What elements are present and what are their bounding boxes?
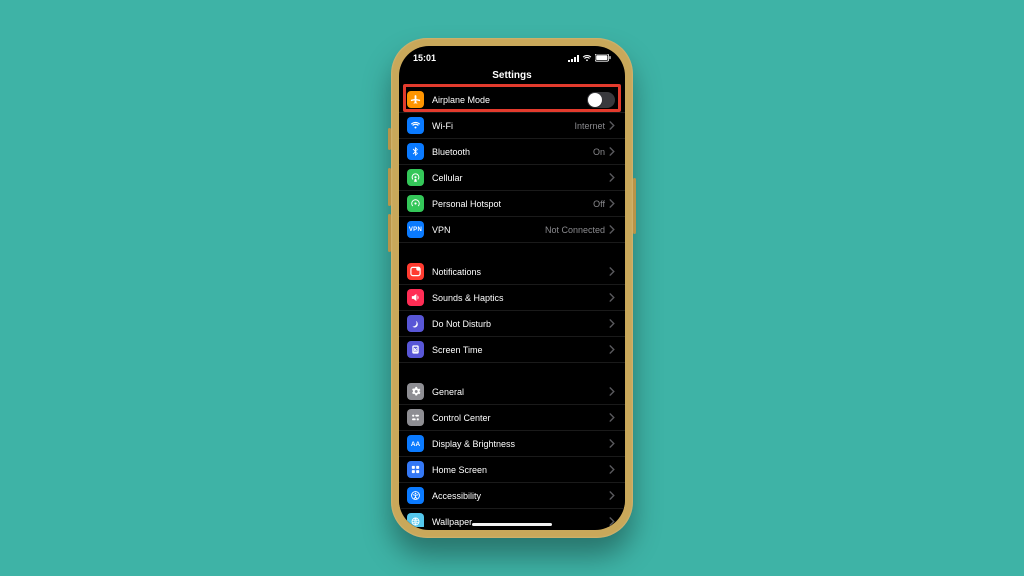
settings-row-bluetooth[interactable]: BluetoothOn	[399, 139, 625, 165]
dnd-icon	[407, 315, 424, 332]
chevron-right-icon	[609, 439, 615, 448]
home-indicator[interactable]	[472, 523, 552, 526]
settings-row-cellular[interactable]: Cellular	[399, 165, 625, 191]
volume-up-button[interactable]	[388, 168, 391, 206]
row-label: Display & Brightness	[432, 439, 609, 449]
wifi-icon	[407, 117, 424, 134]
row-label: General	[432, 387, 609, 397]
homescreen-icon	[407, 461, 424, 478]
row-value: Off	[593, 199, 605, 209]
chevron-right-icon	[609, 225, 615, 234]
chevron-right-icon	[609, 267, 615, 276]
accessibility-icon	[407, 487, 424, 504]
battery-icon	[595, 54, 611, 62]
bluetooth-icon	[407, 143, 424, 160]
row-label: Personal Hotspot	[432, 199, 593, 209]
row-label: Bluetooth	[432, 147, 593, 157]
chevron-right-icon	[609, 293, 615, 302]
volume-down-button[interactable]	[388, 214, 391, 252]
settings-row-vpn[interactable]: VPNVPNNot Connected	[399, 217, 625, 243]
row-value: Not Connected	[545, 225, 605, 235]
row-label: Screen Time	[432, 345, 609, 355]
notifications-icon	[407, 263, 424, 280]
settings-list[interactable]: Airplane ModeWi-FiInternetBluetoothOnCel…	[399, 87, 625, 527]
settings-row-wifi[interactable]: Wi-FiInternet	[399, 113, 625, 139]
display-icon	[407, 435, 424, 452]
chevron-right-icon	[609, 465, 615, 474]
side-button[interactable]	[633, 178, 636, 234]
chevron-right-icon	[609, 121, 615, 130]
controlcenter-icon	[407, 409, 424, 426]
toggle-airplane[interactable]	[587, 92, 615, 108]
cellular-icon	[407, 169, 424, 186]
settings-row-general[interactable]: General	[399, 379, 625, 405]
chevron-right-icon	[609, 413, 615, 422]
row-label: Airplane Mode	[432, 95, 587, 105]
settings-row-airplane[interactable]: Airplane Mode	[399, 87, 625, 113]
mute-switch[interactable]	[388, 128, 391, 150]
chevron-right-icon	[609, 345, 615, 354]
settings-row-dnd[interactable]: Do Not Disturb	[399, 311, 625, 337]
chevron-right-icon	[609, 491, 615, 500]
settings-group: Airplane ModeWi-FiInternetBluetoothOnCel…	[399, 87, 625, 243]
settings-row-screentime[interactable]: Screen Time	[399, 337, 625, 363]
settings-row-hotspot[interactable]: Personal HotspotOff	[399, 191, 625, 217]
settings-row-sounds[interactable]: Sounds & Haptics	[399, 285, 625, 311]
row-value: On	[593, 147, 605, 157]
settings-row-controlcenter[interactable]: Control Center	[399, 405, 625, 431]
cellular-bars-icon	[568, 55, 579, 62]
settings-group: General Control Center Display & Brightnes…	[399, 379, 625, 527]
page-title: Settings	[399, 66, 625, 87]
status-wifi-icon	[582, 54, 592, 62]
row-label: Wi-Fi	[432, 121, 574, 131]
settings-row-notifications[interactable]: Notifications	[399, 259, 625, 285]
screentime-icon	[407, 341, 424, 358]
settings-row-homescreen[interactable]: Home Screen	[399, 457, 625, 483]
chevron-right-icon	[609, 517, 615, 526]
hotspot-icon	[407, 195, 424, 212]
general-icon	[407, 383, 424, 400]
chevron-right-icon	[609, 387, 615, 396]
row-label: Home Screen	[432, 465, 609, 475]
row-label: Cellular	[432, 173, 609, 183]
settings-row-display[interactable]: Display & Brightness	[399, 431, 625, 457]
settings-row-accessibility[interactable]: Accessibility	[399, 483, 625, 509]
row-label: Control Center	[432, 413, 609, 423]
row-label: Do Not Disturb	[432, 319, 609, 329]
chevron-right-icon	[609, 147, 615, 156]
chevron-right-icon	[609, 319, 615, 328]
row-label: Notifications	[432, 267, 609, 277]
screen: 15:01 Settings Airplane Mode Wi-FiInterne…	[399, 46, 625, 530]
chevron-right-icon	[609, 199, 615, 208]
wallpaper-icon	[407, 513, 424, 527]
row-label: VPN	[432, 225, 545, 235]
row-label: Accessibility	[432, 491, 609, 501]
settings-group: Notifications Sounds & Haptics Do Not Dist…	[399, 259, 625, 363]
phone-frame: 15:01 Settings Airplane Mode Wi-FiInterne…	[391, 38, 633, 538]
airplane-icon	[407, 91, 424, 108]
sounds-icon	[407, 289, 424, 306]
chevron-right-icon	[609, 173, 615, 182]
row-value: Internet	[574, 121, 605, 131]
vpn-icon: VPN	[407, 221, 424, 238]
notch	[457, 46, 567, 64]
status-time: 15:01	[413, 53, 436, 63]
row-label: Sounds & Haptics	[432, 293, 609, 303]
